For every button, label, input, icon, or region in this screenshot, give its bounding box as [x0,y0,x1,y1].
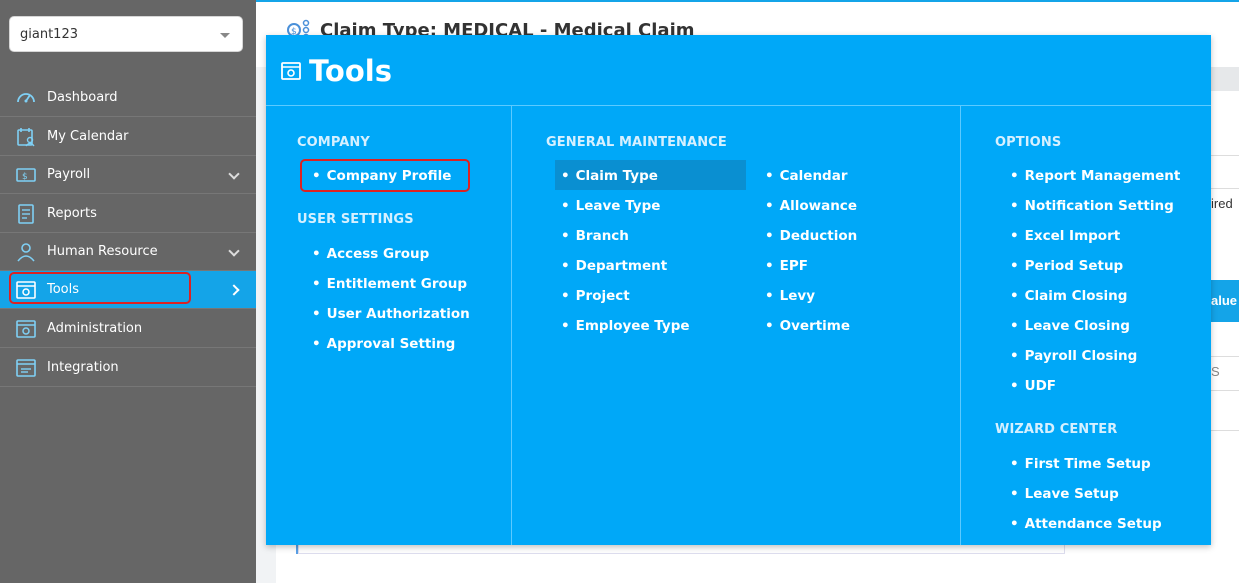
menu-item-project[interactable]: Project [561,288,630,304]
menu-item-epf[interactable]: EPF [765,258,808,274]
menu-item-allowance[interactable]: Allowance [765,198,857,214]
report-document-icon [18,204,34,224]
sidebar-item-reports[interactable]: Reports [0,195,256,233]
human-resource-icon [17,243,35,262]
menu-item-calendar[interactable]: Calendar [765,168,848,184]
partial-text: S [1211,364,1220,379]
column-divider [960,106,961,545]
menu-item-notification-setting[interactable]: Notification Setting [1010,198,1174,214]
menu-item-deduction[interactable]: Deduction [765,228,858,244]
menu-item-leave-closing[interactable]: Leave Closing [1010,318,1130,334]
menu-item-period-setup[interactable]: Period Setup [1010,258,1124,274]
menu-item-user-authorization[interactable]: User Authorization [312,306,470,322]
section-heading-options: OPTIONS [995,135,1062,150]
menu-item-claim-type[interactable]: Claim Type [561,168,658,184]
company-select[interactable]: giant123 [9,16,243,52]
menu-item-attendance-setup[interactable]: Attendance Setup [1010,516,1162,532]
menu-item-report-management[interactable]: Report Management [1010,168,1181,184]
tools-menu-panel: Tools COMPANY Company Profile USER SETTI… [266,35,1211,545]
menu-item-udf[interactable]: UDF [1010,378,1056,394]
menu-item-overtime[interactable]: Overtime [765,318,850,334]
menu-item-branch[interactable]: Branch [561,228,629,244]
menu-item-access-group[interactable]: Access Group [312,246,430,262]
section-heading-company: COMPANY [297,135,370,150]
sidebar-item-payroll[interactable]: $ Payroll [0,156,256,194]
company-select-value: giant123 [20,27,78,42]
column-divider [511,106,512,545]
menu-item-employee-type[interactable]: Employee Type [561,318,690,334]
svg-text:$: $ [22,172,28,182]
divider [1211,430,1239,431]
menu-item-payroll-closing[interactable]: Payroll Closing [1010,348,1138,364]
sidebar-item-label: Reports [47,206,97,221]
partial-required-label: ired [1211,196,1233,211]
tools-highlight-box [9,272,191,304]
chevron-right-icon [228,284,240,296]
sidebar-item-label: Human Resource [47,244,158,259]
sidebar: giant123 Dashboard My Calendar $ Payroll [0,0,256,583]
menu-item-entitlement-group[interactable]: Entitlement Group [312,276,467,292]
menu-item-leave-setup[interactable]: Leave Setup [1010,486,1119,502]
sidebar-item-label: Administration [47,321,143,336]
section-heading-general-maintenance: GENERAL MAINTENANCE [546,135,727,150]
dashboard-gauge-icon [17,93,35,103]
sidebar-item-human-resource[interactable]: Human Resource [0,233,256,271]
menu-item-leave-type[interactable]: Leave Type [561,198,661,214]
sidebar-item-dashboard[interactable]: Dashboard [0,79,256,117]
content-box-edge [298,544,1065,554]
divider [1211,356,1239,357]
tools-gear-window-icon [281,62,301,80]
menu-item-claim-closing[interactable]: Claim Closing [1010,288,1128,304]
menu-item-approval-setting[interactable]: Approval Setting [312,336,456,352]
sidebar-item-administration[interactable]: Administration [0,310,256,348]
calendar-user-icon [17,128,35,147]
chevron-down-icon [228,245,240,257]
chevron-down-icon [228,168,240,180]
sidebar-item-label: My Calendar [47,129,129,144]
menu-item-levy[interactable]: Levy [765,288,815,304]
menu-item-department[interactable]: Department [561,258,668,274]
sidebar-item-integration[interactable]: Integration [0,349,256,387]
menu-item-excel-import[interactable]: Excel Import [1010,228,1121,244]
tools-menu-header: Tools [266,35,1211,106]
sidebar-item-label: Integration [47,360,119,375]
sidebar-item-my-calendar[interactable]: My Calendar [0,118,256,156]
caret-down-icon [220,33,230,38]
menu-pointer-arrow [246,281,256,299]
section-heading-user-settings: USER SETTINGS [297,212,414,227]
partial-value-button[interactable]: alue [1211,280,1239,322]
section-heading-wizard-center: WIZARD CENTER [995,422,1118,437]
divider [1211,188,1239,189]
company-profile-highlight-box [300,159,470,192]
sidebar-item-label: Payroll [47,167,91,182]
payroll-money-icon: $ [16,168,36,182]
integration-window-icon [16,359,36,377]
administration-gear-icon [16,320,36,338]
divider [1211,155,1239,156]
menu-item-first-time-setup[interactable]: First Time Setup [1010,456,1151,472]
sidebar-item-label: Dashboard [47,90,118,105]
divider [1211,390,1239,391]
tools-menu-title: Tools [309,54,392,88]
